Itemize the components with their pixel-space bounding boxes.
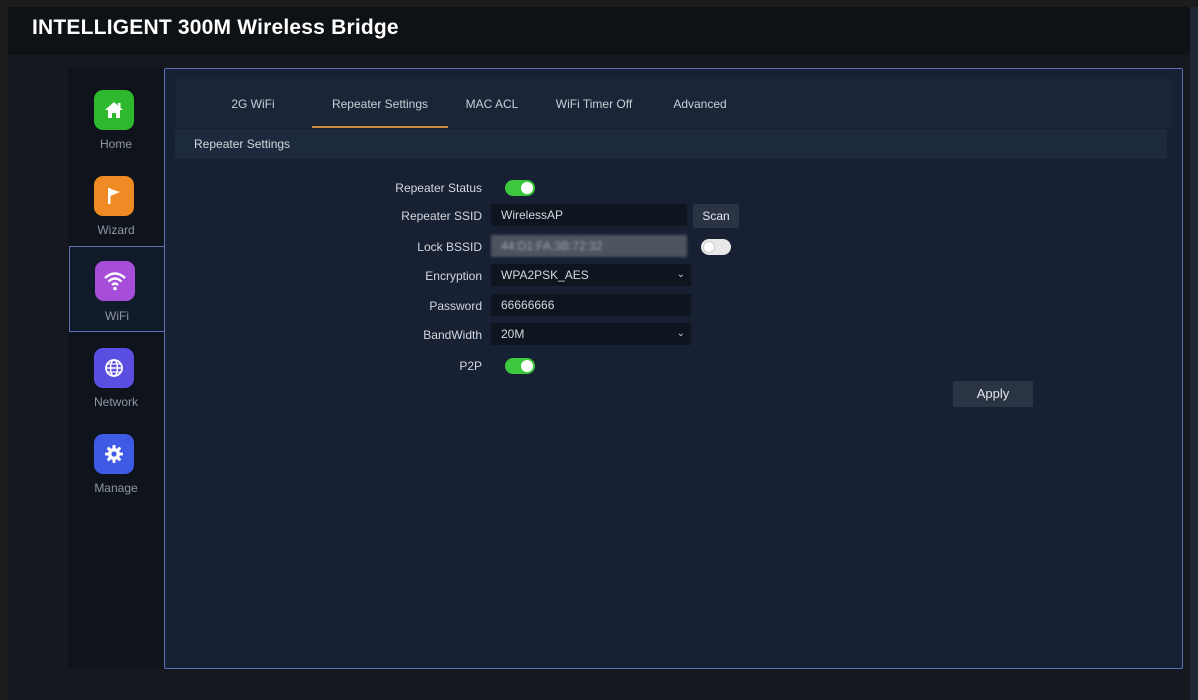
bandwidth-select[interactable]: 20M ⌄ xyxy=(491,323,691,345)
lock-bssid-label: Lock BSSID xyxy=(417,240,482,254)
p2p-toggle[interactable] xyxy=(505,358,535,374)
sidebar-item-label: WiFi xyxy=(105,309,129,323)
sidebar-item-wifi[interactable]: WiFi xyxy=(69,246,165,332)
repeater-status-toggle[interactable] xyxy=(505,180,535,196)
scan-button[interactable]: Scan xyxy=(693,204,739,228)
encryption-label: Encryption xyxy=(425,269,482,283)
encryption-select[interactable]: WPA2PSK_AES ⌄ xyxy=(491,264,691,286)
flag-icon xyxy=(94,176,134,216)
home-icon xyxy=(94,90,134,130)
tab-bar: 2G WiFi Repeater Settings MAC ACL WiFi T… xyxy=(175,78,1171,128)
title-bar: INTELLIGENT 300M Wireless Bridge xyxy=(8,7,1190,55)
password-label: Password xyxy=(429,299,482,313)
repeater-status-label: Repeater Status xyxy=(395,181,482,195)
window-edge xyxy=(1190,7,1198,700)
apply-button[interactable]: Apply xyxy=(953,381,1033,407)
chevron-down-icon: ⌄ xyxy=(676,328,685,339)
sidebar-item-label: Network xyxy=(93,395,138,409)
tab-repeater-settings[interactable]: Repeater Settings xyxy=(312,78,448,128)
sidebar-item-manage[interactable]: Manage xyxy=(68,422,164,502)
lock-bssid-input[interactable]: 44:D1:FA:3B:72:32 xyxy=(491,235,687,257)
p2p-label: P2P xyxy=(459,359,482,373)
password-input[interactable]: 66666666 xyxy=(491,294,691,316)
main-panel: 2G WiFi Repeater Settings MAC ACL WiFi T… xyxy=(164,68,1183,669)
lock-bssid-toggle[interactable] xyxy=(701,239,731,255)
repeater-ssid-input[interactable]: WirelessAP xyxy=(491,204,687,226)
tab-advanced[interactable]: Advanced xyxy=(665,78,735,126)
encryption-value: WPA2PSK_AES xyxy=(501,268,589,282)
chevron-down-icon: ⌄ xyxy=(676,269,685,280)
page-title: INTELLIGENT 300M Wireless Bridge xyxy=(32,16,399,39)
section-title: Repeater Settings xyxy=(194,137,291,151)
tab-mac-acl[interactable]: MAC ACL xyxy=(461,78,523,126)
tab-wifi-timer-off[interactable]: WiFi Timer Off xyxy=(549,78,639,126)
tab-2g-wifi[interactable]: 2G WiFi xyxy=(223,78,283,126)
globe-icon xyxy=(94,348,134,388)
bandwidth-value: 20M xyxy=(501,327,525,341)
section-header: Repeater Settings xyxy=(175,129,1167,159)
wifi-icon xyxy=(95,261,135,301)
gear-icon xyxy=(94,434,134,474)
sidebar-item-wizard[interactable]: Wizard xyxy=(68,164,164,244)
bandwidth-label: BandWidth xyxy=(423,328,482,342)
sidebar-item-label: Wizard xyxy=(97,223,135,237)
sidebar-item-label: Manage xyxy=(94,481,138,495)
sidebar-item-network[interactable]: Network xyxy=(68,336,164,416)
repeater-ssid-label: Repeater SSID xyxy=(401,209,482,223)
sidebar-item-label: Home xyxy=(99,137,132,151)
sidebar: Home Wizard WiFi Network Manage xyxy=(68,68,165,668)
sidebar-item-home[interactable]: Home xyxy=(68,78,164,158)
